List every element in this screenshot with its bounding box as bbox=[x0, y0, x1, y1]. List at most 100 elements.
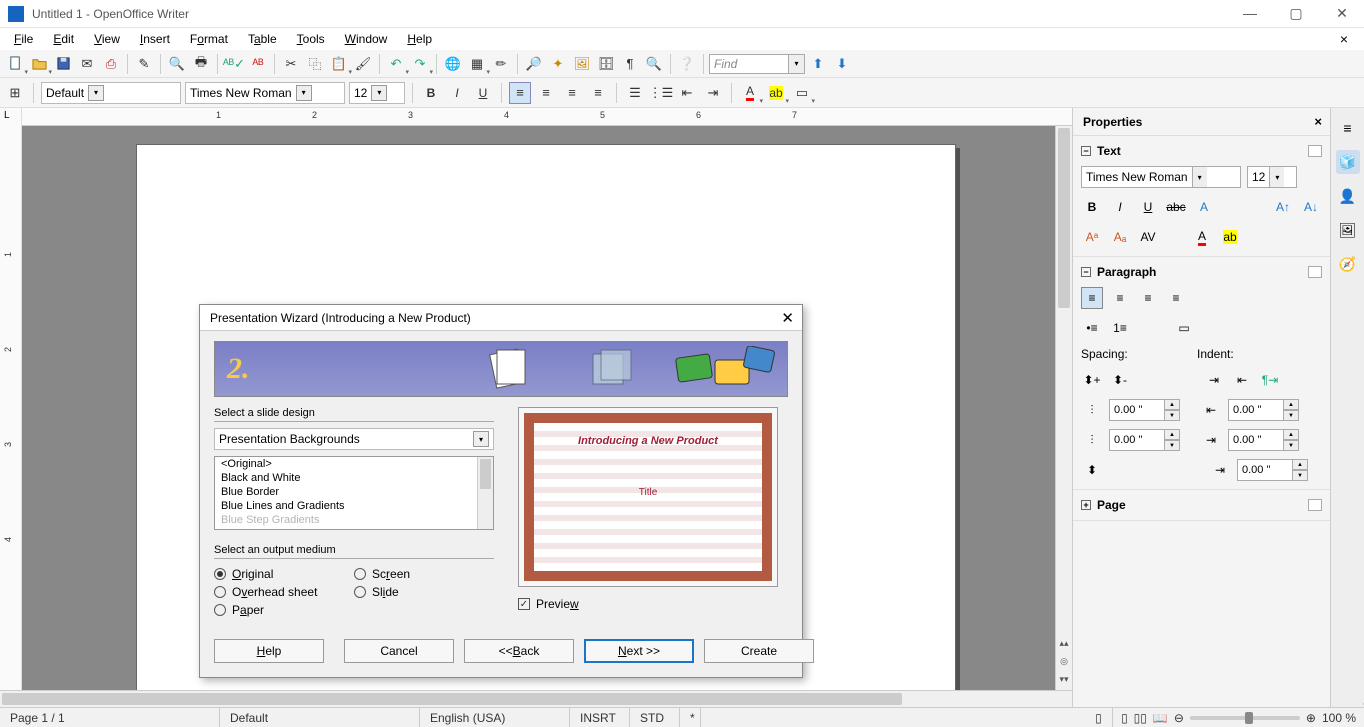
table-button[interactable]: ▦ bbox=[466, 53, 488, 75]
nonprinting-button[interactable]: ¶ bbox=[619, 53, 641, 75]
radio-slide[interactable]: Slide bbox=[354, 583, 410, 601]
numbered-list-button[interactable]: ☰ bbox=[624, 82, 646, 104]
sidebar-tab-navigator[interactable]: 🧭 bbox=[1336, 252, 1360, 276]
dialog-title-bar[interactable]: Presentation Wizard (Introducing a New P… bbox=[200, 305, 802, 331]
status-lang[interactable]: English (USA) bbox=[420, 708, 570, 727]
styles-button[interactable]: ⊞ bbox=[4, 82, 26, 104]
data-sources-button[interactable]: 🗄 bbox=[595, 53, 617, 75]
print-button[interactable]: 🖶 bbox=[190, 53, 212, 75]
menu-format[interactable]: Format bbox=[182, 30, 236, 48]
list-item[interactable]: Blue Border bbox=[215, 485, 493, 499]
close-document-button[interactable]: × bbox=[1332, 29, 1356, 49]
maximize-button[interactable]: ▢ bbox=[1282, 5, 1310, 22]
align-left-icon[interactable]: ≡ bbox=[1081, 287, 1103, 309]
dec-spacing-icon[interactable]: ⬍- bbox=[1109, 369, 1131, 391]
paste-button[interactable]: 📋 bbox=[328, 53, 350, 75]
copy-button[interactable]: ⿻ bbox=[304, 53, 326, 75]
pdf-button[interactable]: ⎙ bbox=[100, 53, 122, 75]
status-insrt[interactable]: INSRT bbox=[570, 708, 630, 727]
inc-indent-icon[interactable]: ⇥ bbox=[1203, 369, 1225, 391]
save-button[interactable] bbox=[52, 53, 74, 75]
sidebar-size-combo[interactable]: 12▾ bbox=[1247, 166, 1297, 188]
menu-window[interactable]: Window bbox=[337, 30, 396, 48]
scroll-down-icon[interactable]: ▾▾ bbox=[1056, 671, 1072, 687]
italic-button[interactable]: I bbox=[446, 82, 468, 104]
view-multi-icon[interactable]: ▯▯ bbox=[1134, 711, 1147, 725]
list-item[interactable]: Blue Step Gradients bbox=[215, 513, 493, 527]
undo-button[interactable]: ↶ bbox=[385, 53, 407, 75]
font-color-icon[interactable]: A bbox=[1191, 226, 1213, 248]
align-right-button[interactable]: ≡ bbox=[561, 82, 583, 104]
menu-view[interactable]: View bbox=[86, 30, 128, 48]
align-justify-icon[interactable]: ≡ bbox=[1165, 287, 1187, 309]
status-outline-icon[interactable]: ▯ bbox=[1085, 708, 1113, 727]
auto-spellcheck-button[interactable]: ᴬᴮ bbox=[247, 53, 269, 75]
vertical-scrollbar[interactable]: ▴▴ ◎ ▾▾ bbox=[1055, 126, 1072, 707]
dec-indent-icon[interactable]: ⇤ bbox=[1231, 369, 1253, 391]
indent-right-input[interactable]: ▲▼ bbox=[1228, 429, 1299, 451]
gallery-button[interactable]: 🖼 bbox=[571, 53, 593, 75]
zoom-slider[interactable] bbox=[1190, 716, 1300, 720]
menu-table[interactable]: Table bbox=[240, 30, 285, 48]
cut-button[interactable]: ✂ bbox=[280, 53, 302, 75]
find-dropdown[interactable]: ▾ bbox=[789, 54, 805, 74]
radio-original[interactable]: Original bbox=[214, 565, 354, 583]
paragraph-section-header[interactable]: −Paragraph bbox=[1081, 261, 1322, 283]
list-item[interactable]: Black and White bbox=[215, 471, 493, 485]
minimize-button[interactable]: — bbox=[1236, 5, 1264, 22]
zoom-in-icon[interactable]: ⊕ bbox=[1306, 711, 1316, 725]
zoom-button[interactable]: 🔍 bbox=[643, 53, 665, 75]
edit-file-button[interactable]: ✎ bbox=[133, 53, 155, 75]
highlight-icon[interactable]: ab bbox=[1219, 226, 1241, 248]
radio-overhead[interactable]: Overhead sheet bbox=[214, 583, 354, 601]
background-color-button[interactable]: ▭ bbox=[791, 82, 813, 104]
format-paintbrush-button[interactable]: 🖌 bbox=[352, 53, 374, 75]
indent-left-input[interactable]: ▲▼ bbox=[1228, 399, 1299, 421]
radio-paper[interactable]: Paper bbox=[214, 601, 354, 619]
grow-font-icon[interactable]: A↑ bbox=[1272, 196, 1294, 218]
page-section-header[interactable]: +Page bbox=[1081, 494, 1322, 516]
horizontal-scrollbar[interactable] bbox=[0, 690, 1072, 707]
list-item[interactable]: Blue Lines and Gradients bbox=[215, 499, 493, 513]
bold-icon[interactable]: B bbox=[1081, 196, 1103, 218]
char-spacing-icon[interactable]: AV bbox=[1137, 226, 1159, 248]
help-button[interactable]: ❔ bbox=[676, 53, 698, 75]
more-icon[interactable] bbox=[1308, 266, 1322, 278]
create-button[interactable]: Create bbox=[704, 639, 814, 663]
scrollbar-thumb[interactable] bbox=[1058, 128, 1070, 308]
ruler-tab-indicator[interactable]: L bbox=[4, 110, 10, 121]
new-button[interactable] bbox=[4, 53, 26, 75]
align-justify-button[interactable]: ≡ bbox=[587, 82, 609, 104]
bg-color-icon[interactable]: ▭ bbox=[1173, 317, 1195, 339]
sidebar-tab-properties[interactable]: 🧊 bbox=[1336, 150, 1360, 174]
font-color-button[interactable]: A bbox=[739, 82, 761, 104]
sidebar-font-combo[interactable]: Times New Roman▾ bbox=[1081, 166, 1241, 188]
first-line-input[interactable]: ▲▼ bbox=[1237, 459, 1308, 481]
shrink-font-icon[interactable]: A↓ bbox=[1300, 196, 1322, 218]
preview-checkbox[interactable]: ✓Preview bbox=[518, 595, 788, 613]
find-replace-button[interactable]: 🔎 bbox=[523, 53, 545, 75]
sidebar-tab-styles[interactable]: 👤 bbox=[1336, 184, 1360, 208]
find-next-button[interactable]: ⬇ bbox=[831, 53, 853, 75]
menu-insert[interactable]: Insert bbox=[132, 30, 178, 48]
zoom-value[interactable]: 100 % bbox=[1322, 711, 1356, 725]
show-draw-button[interactable]: ✏ bbox=[490, 53, 512, 75]
redo-button[interactable]: ↷ bbox=[409, 53, 431, 75]
sidebar-tab-menu[interactable]: ≡ bbox=[1336, 116, 1360, 140]
align-left-button[interactable]: ≡ bbox=[509, 82, 531, 104]
menu-help[interactable]: Help bbox=[399, 30, 440, 48]
status-page[interactable]: Page 1 / 1 bbox=[0, 708, 220, 727]
inc-spacing-icon[interactable]: ⬍+ bbox=[1081, 369, 1103, 391]
status-style[interactable]: Default bbox=[220, 708, 420, 727]
above-spacing-input[interactable]: ▲▼ bbox=[1109, 399, 1180, 421]
email-button[interactable]: ✉ bbox=[76, 53, 98, 75]
align-right-icon[interactable]: ≡ bbox=[1137, 287, 1159, 309]
bold-button[interactable]: B bbox=[420, 82, 442, 104]
more-icon[interactable] bbox=[1308, 145, 1322, 157]
open-button[interactable] bbox=[28, 53, 50, 75]
decrease-indent-button[interactable]: ⇤ bbox=[676, 82, 698, 104]
print-preview-button[interactable]: 🔍 bbox=[166, 53, 188, 75]
radio-screen[interactable]: Screen bbox=[354, 565, 410, 583]
find-prev-button[interactable]: ⬆ bbox=[807, 53, 829, 75]
next-button[interactable]: Next >> bbox=[584, 639, 694, 663]
